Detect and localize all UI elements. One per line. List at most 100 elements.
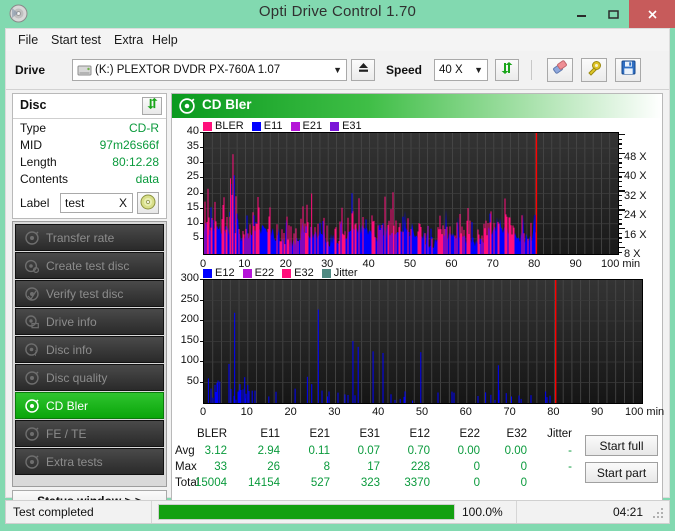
- drive-toolbar: Drive (K:) PLEXTOR DVDR PX-760A 1.07 ▼: [6, 51, 669, 90]
- stats-cell: 0.11: [284, 445, 330, 457]
- bler-y-tickmark: [200, 208, 203, 209]
- menu-item-start-test[interactable]: Start test: [47, 32, 105, 48]
- bler-y-tickmark: [200, 177, 203, 178]
- stats-cell: 15004: [181, 477, 227, 489]
- settings-icon: [586, 60, 602, 81]
- bler-y-tick: 30: [174, 155, 199, 167]
- maximize-button[interactable]: [597, 0, 629, 28]
- stats-cell: 0.00: [481, 445, 527, 457]
- save-icon: [621, 60, 636, 80]
- eject-button[interactable]: [351, 59, 375, 81]
- disc-row-value: data: [136, 172, 159, 186]
- disc-label-input[interactable]: test X: [60, 193, 133, 213]
- stats-cell: 17: [334, 461, 380, 473]
- bler-y-tick: 25: [174, 170, 199, 182]
- save-button[interactable]: [615, 58, 641, 82]
- progress-bar-fill: [159, 505, 454, 519]
- bler-speed-tickmark: [619, 233, 622, 234]
- e12-y-tick: 250: [172, 293, 199, 305]
- minimize-button[interactable]: [565, 0, 597, 28]
- cd-bler-icon: [21, 399, 43, 413]
- stats-cell: 3370: [384, 477, 430, 489]
- legend-label-e22: E22: [255, 267, 275, 279]
- start-full-button[interactable]: Start full: [585, 435, 658, 456]
- e12-y-tickmark: [200, 361, 203, 362]
- disc-panel-title: Disc: [20, 98, 46, 112]
- sidebar-item-disc-info[interactable]: i Disc info: [15, 336, 164, 363]
- bler-speed-tick: 24 X: [624, 209, 647, 221]
- e12-chart-plot[interactable]: [203, 279, 643, 404]
- disc-row-key: MID: [20, 138, 42, 152]
- drive-icon: [77, 63, 92, 78]
- stats-column-header: BLER: [183, 428, 227, 440]
- disc-label-browse-button[interactable]: [137, 192, 159, 214]
- e12-x-tick: 0: [179, 406, 227, 418]
- legend-swatch-jitter: [322, 269, 331, 278]
- bler-speed-tickmark: [619, 153, 625, 154]
- e12-x-tick: 80: [529, 406, 577, 418]
- disc-burn-icon: [21, 259, 43, 273]
- menu-item-help[interactable]: Help: [148, 32, 182, 48]
- disc-label-value: test: [65, 196, 84, 210]
- resize-grip[interactable]: [653, 508, 665, 520]
- bler-speed-tickmark: [619, 134, 625, 135]
- disc-label-key: Label: [20, 196, 49, 210]
- disc-quality-icon: [21, 371, 43, 385]
- cd-bler-icon: [179, 98, 195, 114]
- speed-label: Speed: [386, 63, 422, 77]
- legend-label-jitter: Jitter: [334, 267, 358, 279]
- disc-row-value: 80:12.28: [112, 155, 159, 169]
- e12-y-tick: 50: [172, 375, 199, 387]
- drive-select[interactable]: (K:) PLEXTOR DVDR PX-760A 1.07 ▼: [72, 59, 347, 81]
- menu-item-extra[interactable]: Extra: [110, 32, 147, 48]
- progress-label: 100.0%: [462, 505, 503, 519]
- stats-cell: 0: [434, 461, 480, 473]
- stats-cell: 0: [481, 461, 527, 473]
- stats-cell: 527: [284, 477, 330, 489]
- stats-column-header: E22: [436, 428, 480, 440]
- stats-cell: 228: [384, 461, 430, 473]
- stats-column-header: E21: [286, 428, 330, 440]
- legend-label-e32: E32: [294, 267, 314, 279]
- sidebar-item-create-test-disc[interactable]: Create test disc: [15, 252, 164, 279]
- refresh-button[interactable]: [495, 59, 519, 81]
- bler-speed-tickmark: [619, 205, 622, 206]
- settings-button[interactable]: [581, 58, 607, 82]
- menu-bar: File Start test Extra Help: [6, 29, 669, 51]
- sidebar-item-cd-bler[interactable]: CD Bler: [15, 392, 164, 419]
- bler-speed-tickmark: [619, 176, 622, 177]
- e12-x-tick: 70: [486, 406, 534, 418]
- speed-select[interactable]: 40 X ▼: [434, 59, 488, 81]
- sidebar-item-label: Create test disc: [46, 259, 129, 273]
- sidebar-item-fe-te[interactable]: FE / TE: [15, 420, 164, 447]
- erase-button[interactable]: [547, 58, 573, 82]
- refresh-icon: [146, 97, 159, 115]
- legend-swatch-e31: [330, 122, 339, 131]
- sidebar-item-transfer-rate[interactable]: Transfer rate: [15, 224, 164, 251]
- sidebar-item-label: Extra tests: [46, 455, 103, 469]
- sidebar-item-extra-tests[interactable]: Extra tests: [15, 448, 164, 475]
- legend-swatch-e32: [282, 269, 291, 278]
- bler-speed-tickmark: [619, 252, 622, 253]
- start-part-button[interactable]: Start part: [585, 462, 658, 483]
- disc-refresh-button[interactable]: [142, 97, 162, 115]
- bler-speed-tickmark: [619, 195, 622, 196]
- menu-item-file[interactable]: File: [14, 32, 42, 48]
- e12-y-tickmark: [200, 300, 203, 301]
- sidebar-item-verify-test-disc[interactable]: Verify test disc: [15, 280, 164, 307]
- close-button[interactable]: [629, 0, 675, 28]
- disc-row-length: Length 80:12.28: [13, 155, 166, 172]
- sidebar-item-drive-info[interactable]: Drive info: [15, 308, 164, 335]
- disc-label-clear[interactable]: X: [119, 196, 127, 210]
- disc-row-key: Type: [20, 121, 46, 135]
- bler-y-tick: 40: [174, 125, 199, 137]
- bler-speed-tickmark: [619, 190, 625, 191]
- e12-y-tickmark: [200, 320, 203, 321]
- bler-y-tickmark: [200, 132, 203, 133]
- disc-panel: Disc Type CD-R MID 97m26s66f: [12, 93, 167, 219]
- e12-x-tick: 20: [267, 406, 315, 418]
- bler-speed-tickmark: [619, 228, 625, 229]
- bler-chart-plot[interactable]: [203, 132, 619, 255]
- stats-column-header: E32: [483, 428, 527, 440]
- sidebar-item-disc-quality[interactable]: Disc quality: [15, 364, 164, 391]
